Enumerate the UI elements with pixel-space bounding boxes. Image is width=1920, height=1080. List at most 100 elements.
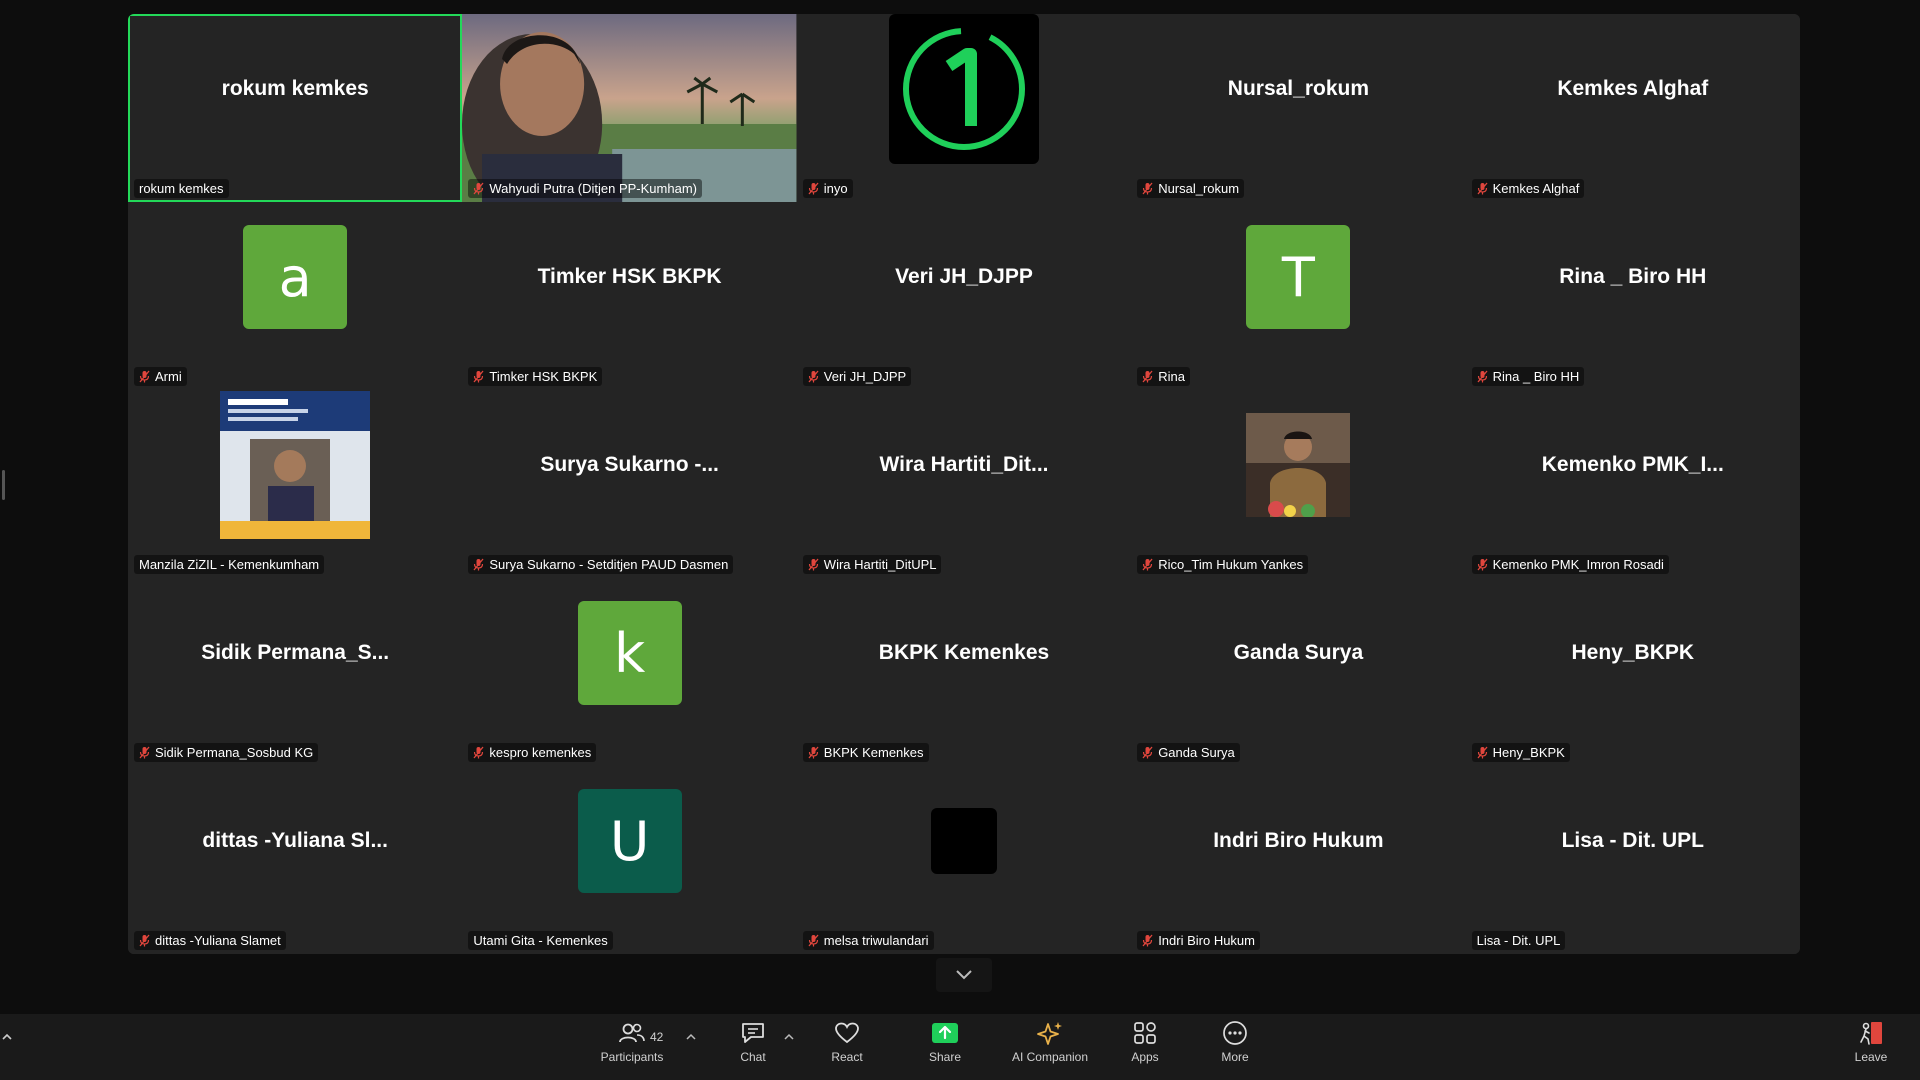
muted-mic-icon: [1477, 746, 1488, 759]
participant-display-name: Ganda Surya: [1233, 641, 1364, 665]
participant-tile[interactable]: Manzila ZiZIL - Kemenkumham: [128, 390, 463, 578]
leave-label: Leave: [1854, 1050, 1888, 1064]
side-panel-handle[interactable]: [2, 470, 5, 500]
participant-label: Wira Hartiti_DitUPL: [823, 557, 937, 572]
participant-nameplate: Indri Biro Hukum: [1137, 931, 1260, 950]
participant-avatar: T: [1246, 225, 1351, 330]
participant-tile[interactable]: Timker HSK BKPK Timker HSK BKPK: [462, 202, 797, 390]
participant-tile[interactable]: melsa triwulandari: [796, 766, 1132, 954]
participant-tile[interactable]: Indri Biro Hukum Indri Biro Hukum: [1131, 766, 1466, 954]
participant-label: Nursal_rokum: [1158, 181, 1240, 196]
more-button[interactable]: More: [1214, 1020, 1256, 1074]
participant-label: Armi: [155, 369, 182, 384]
participant-tile[interactable]: rokum kemkes rokum kemkes: [128, 14, 463, 202]
participant-tile[interactable]: Wira Hartiti_Dit... Wira Hartiti_DitUPL: [796, 390, 1132, 578]
participant-profile-image: [1246, 413, 1351, 518]
participant-label: Ganda Surya: [1158, 745, 1235, 760]
participant-nameplate: Utami Gita - Kemenkes: [468, 931, 613, 950]
participant-nameplate: Heny_BKPK: [1471, 743, 1570, 762]
react-button[interactable]: React: [826, 1020, 868, 1074]
participant-nameplate: Kemenko PMK_Imron Rosadi: [1471, 555, 1669, 574]
share-label: Share: [928, 1050, 962, 1064]
participant-label: dittas -Yuliana Slamet: [155, 933, 281, 948]
participant-video-feed: [462, 14, 797, 202]
more-dots-icon: [1223, 1021, 1247, 1045]
participant-label: Indri Biro Hukum: [1158, 933, 1255, 948]
participants-caret-icon[interactable]: [684, 1030, 698, 1044]
participant-display-name: rokum kemkes: [221, 77, 369, 101]
participant-tile[interactable]: Rico_Tim Hukum Yankes: [1131, 390, 1466, 578]
participant-nameplate: Lisa - Dit. UPL: [1471, 931, 1566, 950]
participant-display-name: Indri Biro Hukum: [1213, 829, 1384, 853]
participant-nameplate: Armi: [134, 367, 187, 386]
participant-tile[interactable]: Ganda Surya Ganda Surya: [1131, 578, 1466, 766]
participant-label: Utami Gita - Kemenkes: [473, 933, 608, 948]
toolbar-expand-button[interactable]: [0, 1032, 14, 1080]
participant-tile[interactable]: Wahyudi Putra (Ditjen PP-Kumham): [462, 14, 797, 202]
participant-tile[interactable]: k kespro kemenkes: [462, 578, 797, 766]
participant-nameplate: Rina: [1137, 367, 1190, 386]
apps-label: Apps: [1131, 1050, 1159, 1064]
participant-tile[interactable]: Nursal_rokum Nursal_rokum: [1131, 14, 1466, 202]
participant-display-name: Lisa - Dit. UPL: [1561, 829, 1704, 853]
chat-bubble-icon: [742, 1023, 764, 1043]
participant-display-name: Kemkes Alghaf: [1557, 77, 1709, 101]
participant-display-name: Timker HSK BKPK: [537, 265, 722, 289]
participant-display-name: Rina _ Biro HH: [1559, 265, 1707, 289]
apps-button[interactable]: Apps: [1124, 1020, 1166, 1074]
participant-label: Wahyudi Putra (Ditjen PP-Kumham): [489, 181, 697, 196]
participant-tile[interactable]: BKPK Kemenkes BKPK Kemenkes: [796, 578, 1132, 766]
participant-tile[interactable]: U Utami Gita - Kemenkes: [462, 766, 797, 954]
leave-button[interactable]: Leave: [1850, 1020, 1892, 1074]
muted-mic-icon: [139, 934, 150, 947]
participant-tile[interactable]: Rina _ Biro HH Rina _ Biro HH: [1465, 202, 1800, 390]
participant-tile[interactable]: Veri JH_DJPP Veri JH_DJPP: [796, 202, 1132, 390]
participant-profile-logo: [888, 14, 1039, 165]
participant-nameplate: Timker HSK BKPK: [468, 367, 603, 386]
participant-tile[interactable]: Heny_BKPK Heny_BKPK: [1465, 578, 1800, 766]
share-screen-icon: [932, 1023, 958, 1043]
participant-label: Sidik Permana_Sosbud KG: [155, 745, 314, 760]
chat-button[interactable]: Chat: [732, 1020, 774, 1074]
participant-tile[interactable]: dittas -Yuliana Sl... dittas -Yuliana Sla…: [128, 766, 463, 954]
participant-nameplate: Surya Sukarno - Setditjen PAUD Dasmen: [468, 555, 734, 574]
participant-tile[interactable]: Lisa - Dit. UPL Lisa - Dit. UPL: [1465, 766, 1800, 954]
participant-tile[interactable]: a Armi: [128, 202, 463, 390]
muted-mic-icon: [139, 746, 150, 759]
participant-tile[interactable]: Surya Sukarno -... Surya Sukarno - Setdit…: [462, 390, 797, 578]
muted-mic-icon: [1142, 746, 1153, 759]
participant-tile[interactable]: Kemkes Alghaf Kemkes Alghaf: [1465, 14, 1800, 202]
chat-label: Chat: [740, 1050, 766, 1064]
share-screen-button[interactable]: Share: [924, 1020, 966, 1074]
participant-avatar: a: [243, 225, 348, 330]
participant-display-name: Nursal_rokum: [1227, 77, 1369, 101]
participant-display-name: BKPK Kemenkes: [878, 641, 1050, 665]
participant-label: Surya Sukarno - Setditjen PAUD Dasmen: [489, 557, 729, 572]
participant-tile[interactable]: Kemenko PMK_I... Kemenko PMK_Imron Rosadi: [1465, 390, 1800, 578]
participant-nameplate: rokum kemkes: [134, 179, 229, 198]
participant-tile[interactable]: T Rina: [1131, 202, 1466, 390]
muted-mic-icon: [808, 746, 819, 759]
chat-caret-icon[interactable]: [782, 1030, 796, 1044]
muted-mic-icon: [808, 934, 819, 947]
muted-mic-icon: [473, 558, 484, 571]
sparkle-icon: [1037, 1022, 1062, 1045]
participant-nameplate: inyo: [802, 179, 853, 198]
participant-display-name: Surya Sukarno -...: [540, 453, 719, 477]
participant-nameplate: Rico_Tim Hukum Yankes: [1137, 555, 1309, 574]
participant-tile[interactable]: inyo: [796, 14, 1132, 202]
participant-display-name: Kemenko PMK_I...: [1541, 453, 1724, 477]
more-label: More: [1221, 1050, 1249, 1064]
participant-label: melsa triwulandari: [823, 933, 929, 948]
people-icon: [619, 1023, 645, 1043]
participant-nameplate: Wira Hartiti_DitUPL: [802, 555, 942, 574]
participant-tile[interactable]: Sidik Permana_S... Sidik Permana_Sosbud K…: [128, 578, 463, 766]
participant-nameplate: Nursal_rokum: [1137, 179, 1245, 198]
participants-button[interactable]: Participants: [594, 1020, 670, 1074]
participant-avatar: [930, 808, 997, 875]
next-page-button[interactable]: [936, 958, 992, 992]
muted-mic-icon: [1142, 558, 1153, 571]
apps-grid-icon: [1134, 1022, 1156, 1044]
ai-companion-button[interactable]: AI Companion: [1006, 1020, 1094, 1074]
participant-label: Kemenko PMK_Imron Rosadi: [1492, 557, 1664, 572]
